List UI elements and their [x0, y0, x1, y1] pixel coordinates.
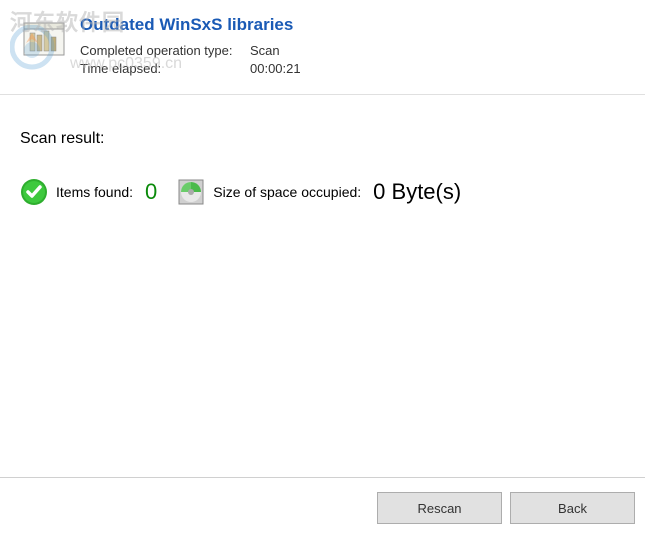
library-icon: [20, 15, 68, 63]
disk-space-icon: [177, 178, 205, 206]
results-row: Items found: 0 Size of space occupied: 0…: [20, 178, 625, 206]
time-elapsed-label: Time elapsed:: [80, 61, 250, 76]
operation-type-row: Completed operation type: Scan: [80, 43, 625, 58]
operation-type-value: Scan: [250, 43, 370, 58]
time-elapsed-value: 00:00:21: [250, 61, 370, 76]
footer-bar: Rescan Back: [0, 477, 645, 538]
header-section: Outdated WinSxS libraries Completed oper…: [0, 0, 645, 95]
back-button[interactable]: Back: [510, 492, 635, 524]
checkmark-icon: [20, 178, 48, 206]
rescan-button[interactable]: Rescan: [377, 492, 502, 524]
size-occupied-label: Size of space occupied:: [213, 184, 361, 200]
content-area: Scan result: Items found: 0 Size of spac…: [0, 95, 645, 241]
operation-type-label: Completed operation type:: [80, 43, 250, 58]
time-elapsed-row: Time elapsed: 00:00:21: [80, 61, 625, 76]
size-occupied-value: 0 Byte(s): [373, 179, 461, 205]
scan-result-heading: Scan result:: [20, 130, 625, 148]
items-found-value: 0: [145, 179, 157, 205]
items-found-label: Items found:: [56, 184, 133, 200]
page-title: Outdated WinSxS libraries: [80, 15, 625, 35]
